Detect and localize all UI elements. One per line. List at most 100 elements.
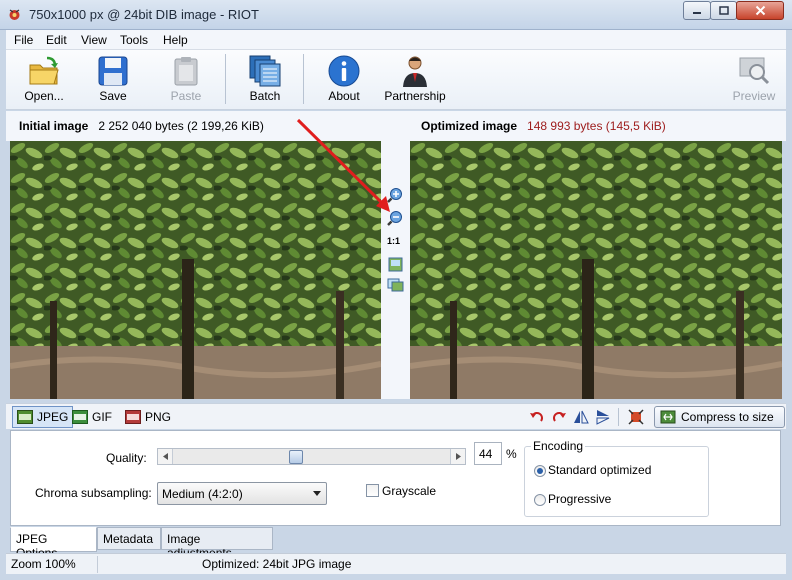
info-icon [328,55,360,87]
menu-view[interactable]: View [81,33,107,47]
compare-icon[interactable] [387,276,404,293]
partner-person-icon [403,56,427,87]
progressive-label: Progressive [548,492,612,506]
slider-right-arrow[interactable] [450,449,465,464]
menu-edit[interactable]: Edit [46,33,67,47]
progressive-radio[interactable] [534,494,546,506]
maximize-icon [718,5,729,15]
partnership-button[interactable]: Partnership [379,50,451,108]
compress-icon [660,410,676,424]
jpeg-options-panel: Quality: 44 % Chroma subsampling: Medium… [10,430,781,526]
preview-magnifier-icon [739,57,770,85]
open-folder-icon [29,56,59,85]
save-disk-icon [98,56,128,86]
partnership-label: Partnership [384,89,446,103]
toolbar: Open... Save Paste Batch About Partnersh… [6,50,786,110]
format-bar-separator [618,408,619,426]
quality-unit: % [506,447,517,461]
close-icon [755,5,765,16]
encoding-group: Encoding Standard optimized Progressive [524,439,709,517]
paste-clipboard-icon [174,57,198,86]
menu-tools[interactable]: Tools [120,33,148,47]
resize-icon[interactable] [628,409,644,425]
compress-label: Compress to size [681,410,774,424]
maximize-button[interactable] [710,1,737,20]
chroma-subsampling-select[interactable]: Medium (4:2:0) [157,482,327,505]
png-format-icon [125,410,141,424]
initial-image-label: Initial image [19,119,89,133]
paste-label: Paste [170,89,202,103]
optimized-image-photo [410,141,782,399]
about-button[interactable]: About [319,50,369,108]
chroma-subsampling-value: Medium (4:2:0) [162,487,243,501]
batch-label: Batch [249,89,281,103]
grayscale-checkbox[interactable] [366,484,379,497]
jpeg-format-icon [17,410,33,424]
standard-optimized-label: Standard optimized [548,463,652,477]
optimized-image-label: Optimized image [421,119,518,133]
grayscale-label: Grayscale [382,484,437,498]
about-label: About [328,89,360,103]
chevron-down-icon [313,491,321,496]
save-button[interactable]: Save [88,50,138,108]
initial-image-info: Initial image 2 252 040 bytes (2 199,26 … [19,119,264,133]
tab-jpeg-options[interactable]: JPEG Options [10,527,97,560]
batch-button[interactable]: Batch [240,50,290,108]
minimize-button[interactable] [683,1,711,20]
tab-metadata[interactable]: Metadata [97,527,161,550]
caret-left-icon [162,453,168,460]
fit-image-icon[interactable] [387,256,404,273]
flip-vertical-icon[interactable] [595,409,611,425]
title-bar: 750x1000 px @ 24bit DIB image - RIOT [0,0,792,30]
rotate-right-icon[interactable] [551,409,567,425]
status-zoom: Zoom 100% [11,557,76,571]
format-png-label: PNG [145,410,172,424]
preview-button[interactable]: Preview [728,50,780,108]
format-gif-tab[interactable]: GIF [68,406,116,428]
optimized-image-info: Optimized image 148 993 bytes (145,5 KiB… [421,119,666,133]
menu-file[interactable]: File [14,33,33,47]
open-label: Open... [24,89,64,103]
encoding-label: Encoding [531,439,586,453]
tab-image-adjustments[interactable]: Image adjustments [161,527,273,560]
options-tabs: JPEG Options Metadata Image adjustments [10,527,781,560]
slider-left-arrow[interactable] [158,449,173,464]
initial-image-pane[interactable] [10,141,381,399]
quality-slider-thumb[interactable] [288,450,303,464]
zoom-controls: 1:1 [381,141,410,399]
flip-horizontal-icon[interactable] [573,409,589,425]
initial-image-size: 2 252 040 bytes (2 199,26 KiB) [98,119,264,133]
status-separator [97,556,98,573]
initial-image-photo [10,141,381,399]
compress-to-size-button[interactable]: Compress to size [654,406,785,428]
close-button[interactable] [736,1,784,20]
paste-button[interactable]: Paste [161,50,211,108]
format-gif-label: GIF [92,410,112,424]
menu-help[interactable]: Help [163,33,188,47]
standard-optimized-radio[interactable] [534,465,546,477]
quality-slider[interactable] [157,448,466,465]
actual-size-button[interactable]: 1:1 [387,236,400,246]
toolbar-separator [225,54,226,104]
rotate-left-icon[interactable] [529,409,545,425]
chroma-subsampling-label: Chroma subsampling: [35,486,152,500]
window-title: 750x1000 px @ 24bit DIB image - RIOT [29,7,259,22]
format-png-tab[interactable]: PNG [121,406,175,428]
toolbar-separator [303,54,304,104]
zoom-in-icon[interactable] [387,187,404,204]
caret-right-icon [455,453,461,460]
batch-icon [249,55,281,87]
status-message: Optimized: 24bit JPG image [202,557,352,571]
zoom-out-icon[interactable] [387,210,404,227]
gif-format-icon [72,410,88,424]
optimized-image-pane[interactable] [410,141,782,399]
image-info-bar: Initial image 2 252 040 bytes (2 199,26 … [6,111,786,141]
quality-label: Quality: [106,451,147,465]
save-label: Save [99,89,127,103]
quality-value-input[interactable]: 44 [474,442,502,465]
format-jpeg-label: JPEG [37,410,69,424]
format-jpeg-tab[interactable]: JPEG [12,406,74,428]
minimize-icon [693,11,701,14]
open-button[interactable]: Open... [16,50,72,108]
optimized-image-size: 148 993 bytes (145,5 KiB) [527,119,666,133]
